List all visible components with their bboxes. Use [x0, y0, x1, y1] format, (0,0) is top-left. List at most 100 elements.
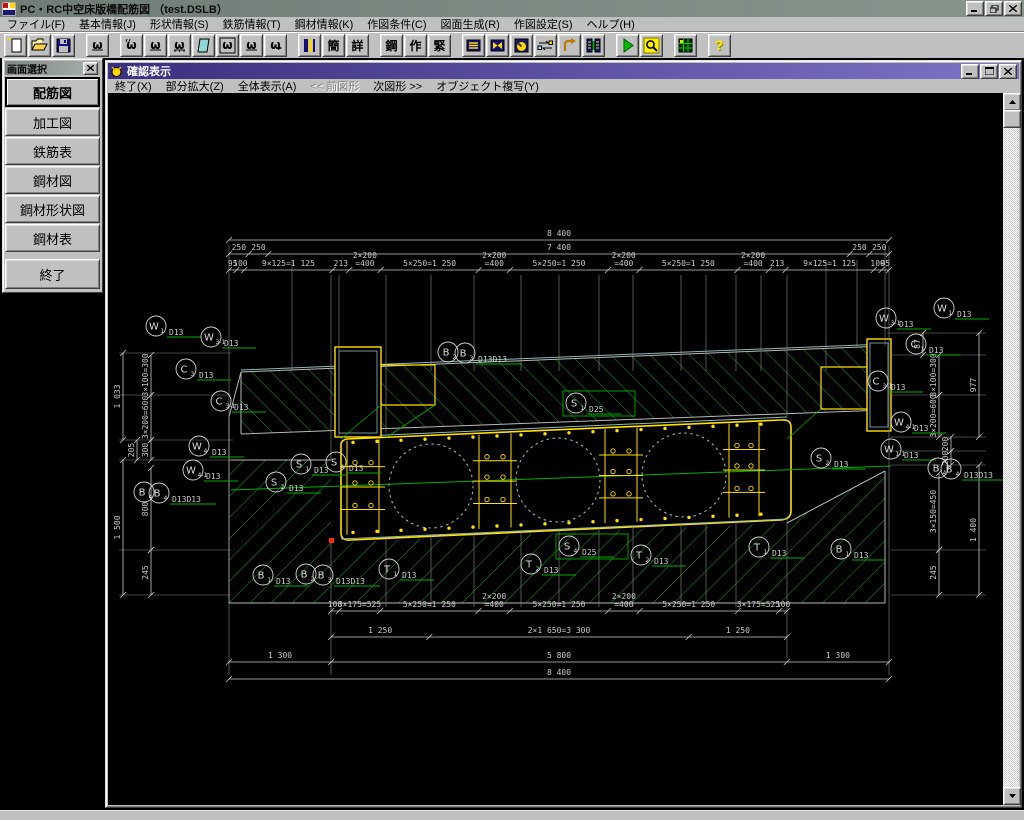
- tension-button[interactable]: 緊: [428, 34, 451, 57]
- steel-button-label: 鋼: [385, 37, 397, 54]
- section-marks-button[interactable]: ω: [168, 34, 191, 57]
- svg-text:D13: D13: [234, 403, 249, 412]
- svg-text:4: 4: [164, 495, 168, 502]
- svg-text:5×250=1 250: 5×250=1 250: [662, 600, 715, 609]
- svg-text:D13: D13: [199, 371, 214, 380]
- minimize-button[interactable]: [966, 1, 984, 16]
- svg-text:D13: D13: [929, 346, 944, 355]
- viewer-maximize-button[interactable]: [980, 64, 998, 79]
- section-arrow-button[interactable]: ω: [264, 34, 287, 57]
- svg-text:W: W: [192, 442, 202, 453]
- svg-text:250: 250: [852, 243, 867, 252]
- svg-text:S: S: [271, 478, 277, 489]
- svg-text:977: 977: [969, 378, 978, 393]
- svg-text:1 500: 1 500: [113, 515, 122, 539]
- steel-button[interactable]: 鋼: [380, 34, 403, 57]
- scroll-thumb[interactable]: [1003, 110, 1021, 128]
- svg-text:1: 1: [394, 571, 398, 578]
- toolbar: ωωωωωωω簡詳鋼作緊??: [0, 31, 1024, 58]
- svg-text:245: 245: [929, 565, 938, 580]
- svg-text:9×125=1 125: 9×125=1 125: [803, 259, 856, 268]
- detail-button[interactable]: 詳: [346, 34, 369, 57]
- palette-item-1[interactable]: 加工図: [5, 108, 100, 136]
- svg-text:1 400: 1 400: [969, 518, 978, 542]
- svg-text:D13D13: D13D13: [964, 471, 993, 480]
- svg-text:300: 300: [141, 443, 150, 458]
- bar-mark: S2D13: [811, 448, 866, 469]
- save-button[interactable]: [52, 34, 75, 57]
- palette-title: 画面選択: [7, 61, 82, 76]
- simple-button[interactable]: 簡: [322, 34, 345, 57]
- mdi-client: 確認表示 終了(X)部分拡大(Z)全体表示(A)<< 前図形次図形 >>オブジェ…: [0, 58, 1024, 810]
- svg-text:3: 3: [328, 577, 332, 584]
- open-button[interactable]: [28, 34, 51, 57]
- svg-text:D13: D13: [206, 472, 221, 481]
- svg-text:W: W: [879, 314, 889, 325]
- new-button[interactable]: [4, 34, 27, 57]
- svg-text:D13: D13: [854, 551, 869, 560]
- bowtie-button[interactable]: [486, 34, 509, 57]
- section-box-button[interactable]: ω: [216, 34, 239, 57]
- palette-exit-button[interactable]: 終了: [5, 259, 100, 289]
- svg-text:1: 1: [949, 310, 953, 317]
- screen-select-palette: 画面選択 配筋図加工図鉄筋表鋼材図鋼材形状図鋼材表 終了: [2, 58, 103, 293]
- scroll-down-button[interactable]: [1003, 787, 1021, 805]
- bar-mark: C1D13: [906, 334, 961, 355]
- palette-item-3[interactable]: 鋼材図: [5, 166, 100, 194]
- close-button[interactable]: [1004, 1, 1022, 16]
- bar-mark: W1D13: [146, 316, 201, 337]
- section-plain-button[interactable]: ω: [144, 34, 167, 57]
- drawing-canvas[interactable]: 8 4002502507 400250250951009×125=1 12521…: [108, 93, 1005, 805]
- svg-text:=400: =400: [614, 600, 633, 609]
- svg-text:3×175=525: 3×175=525: [737, 600, 781, 609]
- svg-text:100: 100: [776, 600, 791, 609]
- svg-text:ω: ω: [270, 38, 280, 52]
- gauge-button[interactable]: [510, 34, 533, 57]
- svg-text:B: B: [154, 489, 161, 500]
- run-button[interactable]: [616, 34, 639, 57]
- simple-button-label: 簡: [327, 37, 339, 54]
- viewer-close-button[interactable]: [999, 64, 1017, 79]
- help-button[interactable]: ??: [708, 34, 731, 57]
- scroll-up-button[interactable]: [1003, 93, 1021, 111]
- vertical-scrollbar[interactable]: [1003, 93, 1019, 805]
- section-button[interactable]: ω: [86, 34, 109, 57]
- palette-item-2[interactable]: 鉄筋表: [5, 137, 100, 165]
- svg-text:4: 4: [341, 464, 345, 471]
- svg-text:S: S: [571, 399, 577, 410]
- svg-text:D13: D13: [654, 557, 669, 566]
- palette-item-4[interactable]: 鋼材形状図: [5, 195, 100, 223]
- svg-text:1: 1: [846, 551, 850, 558]
- section-plain2-button[interactable]: ω: [240, 34, 263, 57]
- lines-button[interactable]: [462, 34, 485, 57]
- svg-text:7 400: 7 400: [547, 243, 571, 252]
- make-button[interactable]: 作: [404, 34, 427, 57]
- svg-text:T: T: [383, 565, 391, 576]
- search-button[interactable]: [640, 34, 663, 57]
- svg-text:2: 2: [646, 557, 650, 564]
- svg-text:2×1 650=3 300: 2×1 650=3 300: [528, 626, 591, 635]
- restore-button[interactable]: [985, 1, 1003, 16]
- table-button[interactable]: [674, 34, 697, 57]
- columns-button[interactable]: [582, 34, 605, 57]
- bar-mark: B4D13D13: [149, 483, 216, 504]
- palette-item-5[interactable]: 鋼材表: [5, 224, 100, 252]
- svg-text:B: B: [443, 348, 450, 359]
- svg-text:8 400: 8 400: [547, 668, 571, 677]
- viewer-minimize-button[interactable]: [961, 64, 979, 79]
- svg-text:3: 3: [470, 355, 474, 362]
- page-button[interactable]: [192, 34, 215, 57]
- bars-button[interactable]: [298, 34, 321, 57]
- svg-text:S: S: [331, 458, 337, 469]
- svg-text:9×125=1 125: 9×125=1 125: [262, 259, 315, 268]
- svg-text:W: W: [894, 418, 904, 429]
- svg-text:T: T: [525, 560, 533, 571]
- palette-item-0[interactable]: 配筋図: [5, 77, 100, 107]
- svg-text:D13: D13: [212, 448, 227, 457]
- svg-text:ω: ω: [222, 38, 232, 52]
- bend-arrow-button[interactable]: [558, 34, 581, 57]
- section-quote-button[interactable]: ω: [120, 34, 143, 57]
- svg-text:=400: =400: [485, 259, 504, 268]
- palette-close-button[interactable]: [83, 62, 98, 75]
- exchange-button[interactable]: [534, 34, 557, 57]
